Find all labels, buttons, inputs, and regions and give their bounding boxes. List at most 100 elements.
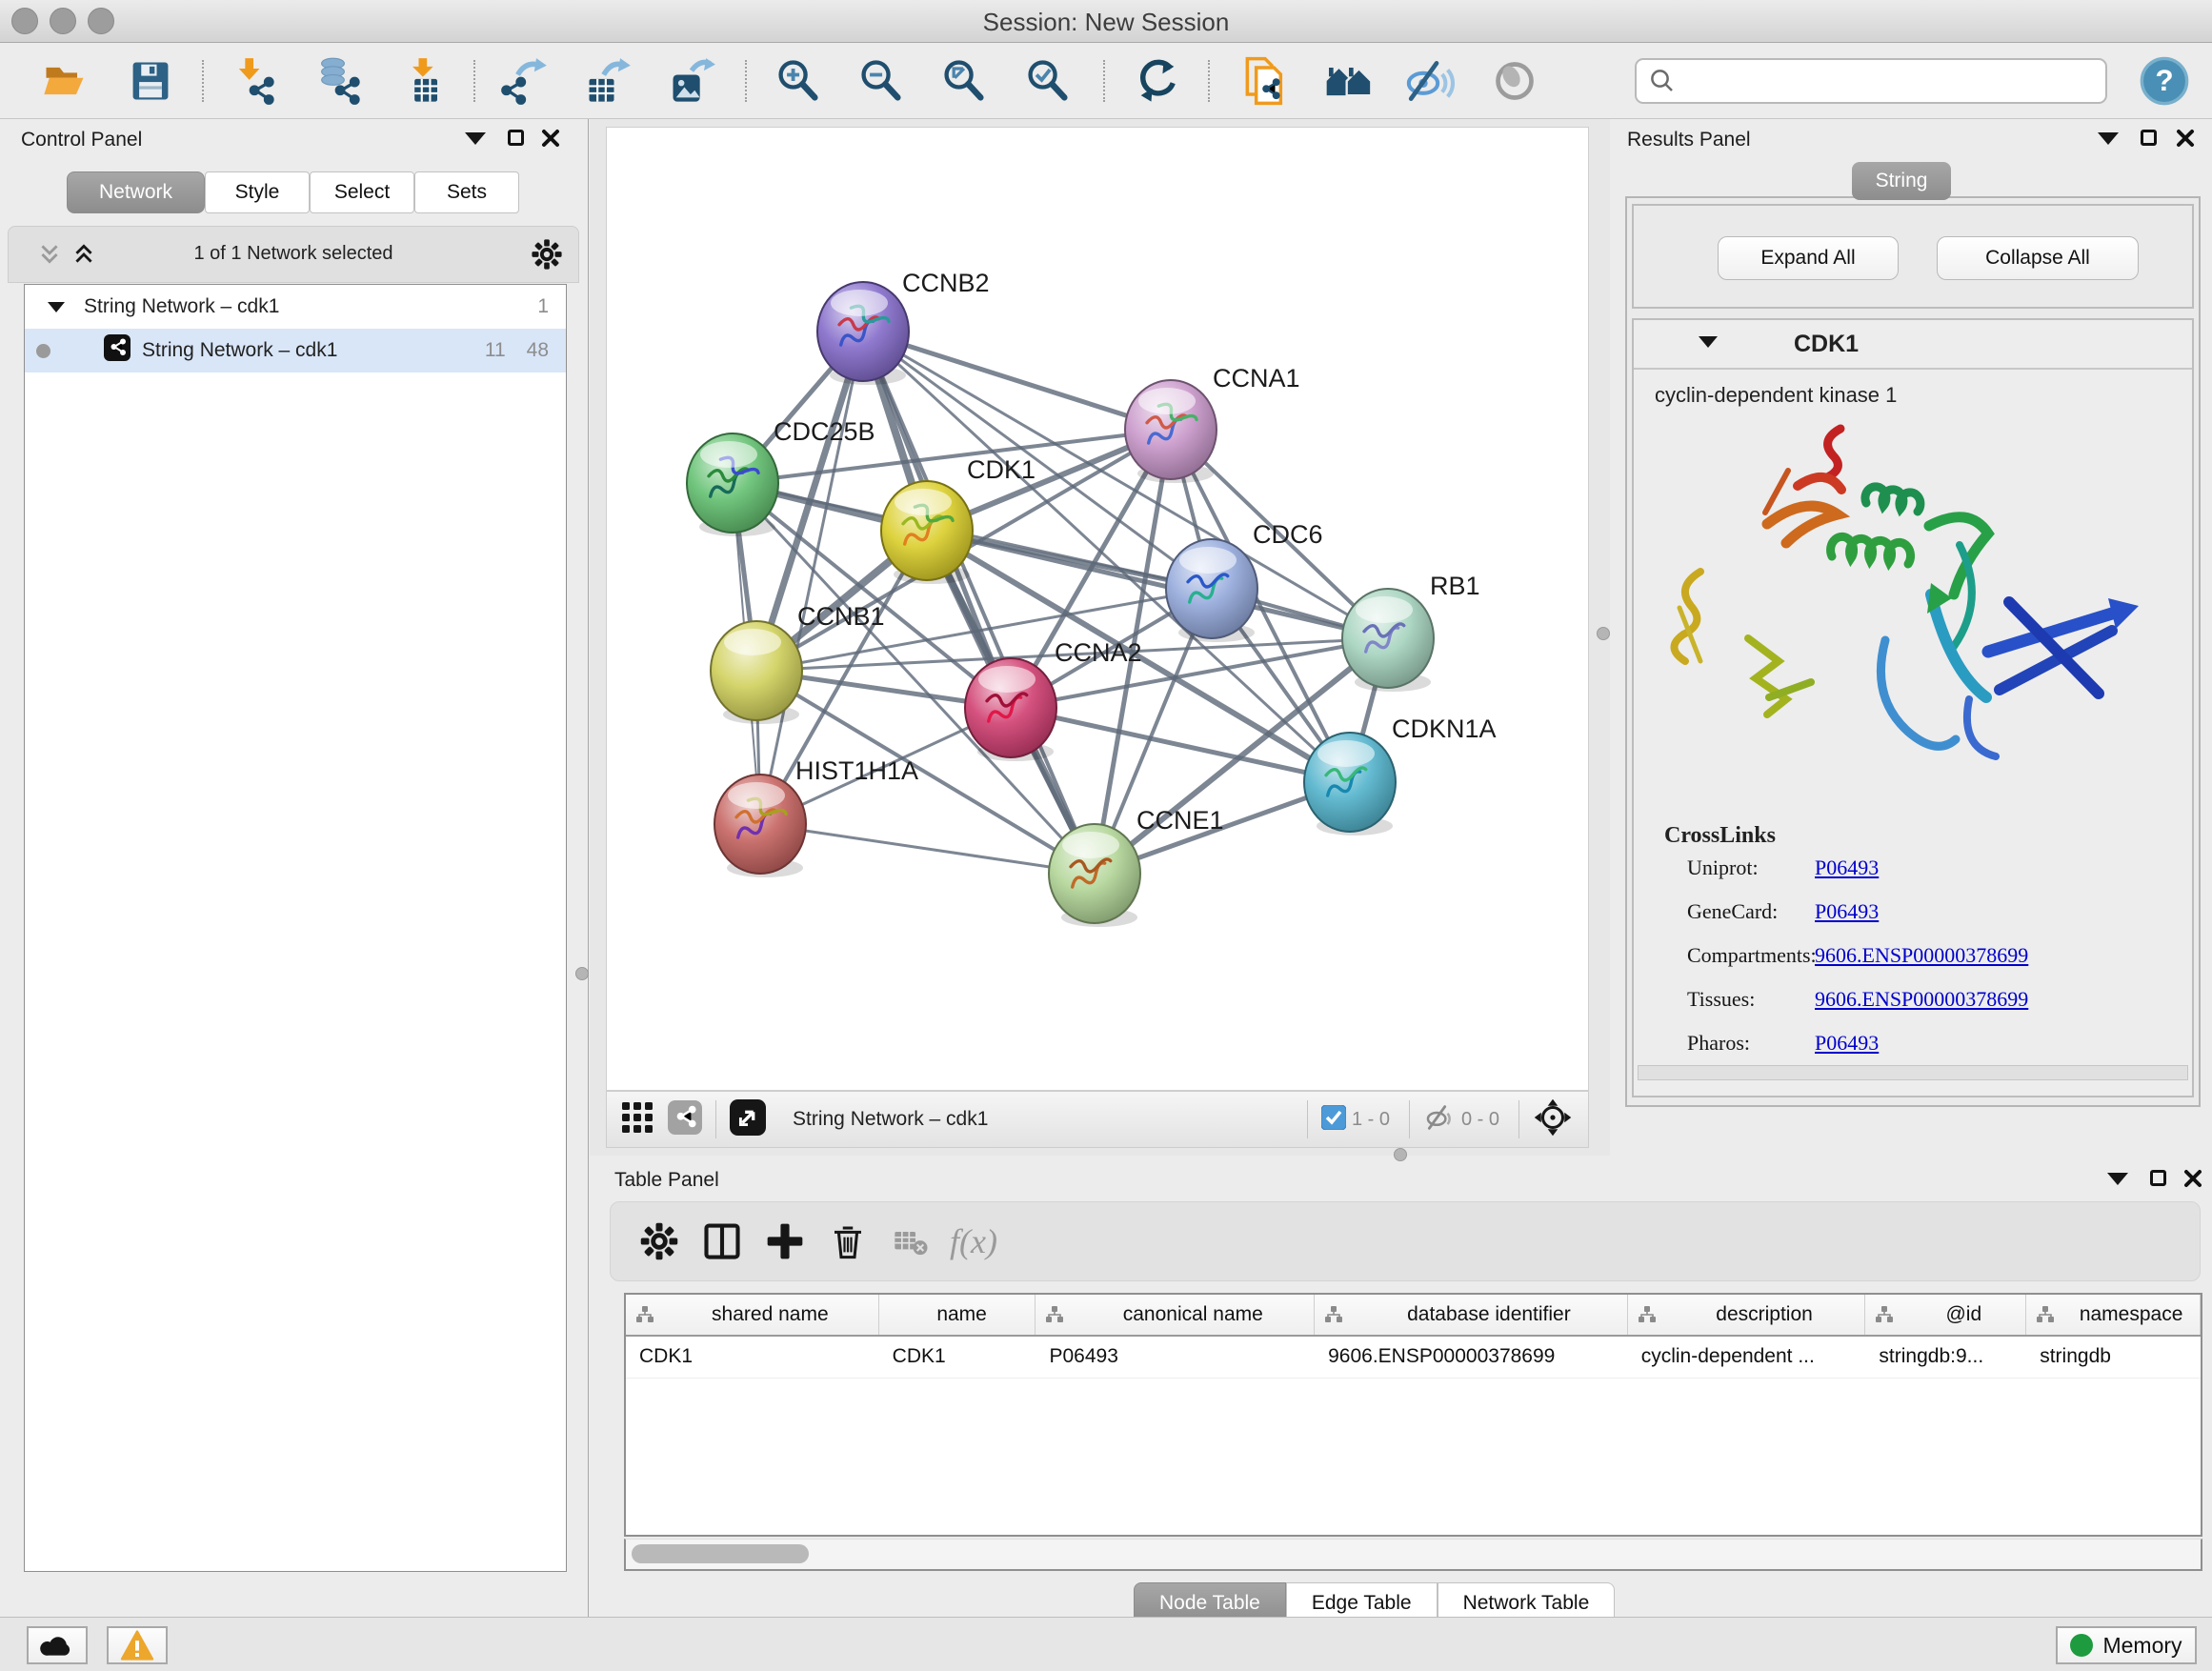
edge-CCNA2-CDKN1A[interactable] — [1011, 708, 1350, 782]
birds-eye-crosshair-icon[interactable] — [1533, 1097, 1573, 1142]
column-header-id[interactable]: @id — [1865, 1295, 2026, 1335]
save-session-icon[interactable] — [124, 54, 177, 108]
column-header-canonical-name[interactable]: canonical name — [1036, 1295, 1315, 1335]
cloud-button[interactable] — [27, 1626, 88, 1664]
control-tab-select[interactable]: Select — [310, 171, 414, 213]
memory-button[interactable]: Memory — [2056, 1626, 2197, 1664]
splitter-handle[interactable] — [575, 967, 589, 980]
grid-view-icon[interactable] — [620, 1100, 654, 1139]
function-builder-icon[interactable]: f(x) — [942, 1221, 1005, 1261]
float-panel-icon[interactable] — [2141, 130, 2157, 151]
selected-checkbox-icon[interactable] — [1321, 1105, 1346, 1135]
search-box[interactable] — [1635, 58, 2107, 104]
table-settings-gear-icon[interactable] — [628, 1221, 691, 1261]
column-header-database-identifier[interactable]: database identifier — [1315, 1295, 1628, 1335]
column-header-namespace[interactable]: namespace — [2026, 1295, 2201, 1335]
detach-view-icon[interactable] — [730, 1099, 766, 1140]
node-CCNA1[interactable]: CCNA1 — [1125, 364, 1300, 483]
table-panel: Table Panel f(x) shared namenam — [590, 1156, 2212, 1625]
control-tab-network[interactable]: Network — [67, 171, 205, 213]
import-table-icon[interactable] — [398, 54, 452, 108]
show-panels-home-icon[interactable] — [1322, 54, 1376, 108]
apply-layout-icon[interactable] — [1131, 54, 1184, 108]
hide-panels-eye-icon[interactable] — [1403, 54, 1457, 108]
collapse-all-button[interactable]: Collapse All — [1937, 236, 2139, 280]
close-panel-icon[interactable] — [2183, 1169, 2202, 1193]
network-canvas[interactable]: CCNB2CCNA1CDC25BCDK1CDC6RB1CCNB1CCNA2CDK… — [606, 127, 1589, 1091]
delete-table-icon[interactable] — [879, 1222, 942, 1260]
splitter-handle[interactable] — [1394, 1148, 1407, 1161]
help-icon[interactable]: ? — [2138, 54, 2191, 108]
gear-icon[interactable] — [531, 238, 563, 275]
column-header-description[interactable]: description — [1628, 1295, 1866, 1335]
copy-style-icon[interactable] — [1238, 54, 1292, 108]
zoom-out-icon[interactable] — [855, 54, 908, 108]
warning-button[interactable] — [107, 1626, 168, 1664]
control-tab-sets[interactable]: Sets — [414, 171, 519, 213]
collapse-panel-icon[interactable] — [2107, 1173, 2128, 1190]
table-row[interactable]: CDK1CDK1P064939606.ENSP00000378699cyclin… — [626, 1337, 2201, 1379]
network-collection-row[interactable]: String Network – cdk1 1 — [25, 285, 566, 329]
table-cell[interactable]: stringdb — [2026, 1337, 2201, 1378]
zoom-fit-icon[interactable] — [937, 54, 991, 108]
table-cell[interactable]: stringdb:9... — [1865, 1337, 2026, 1378]
column-header-shared-name[interactable]: shared name — [626, 1295, 879, 1335]
tab-string[interactable]: String — [1852, 162, 1951, 200]
network-view-icon[interactable] — [668, 1100, 702, 1139]
expand-all-button[interactable]: Expand All — [1718, 236, 1899, 280]
tree-expand-icon[interactable] — [48, 295, 65, 318]
edge-HIST1H1A-CCNE1[interactable] — [760, 824, 1095, 874]
export-image-icon[interactable] — [665, 54, 718, 108]
float-panel-icon[interactable] — [2150, 1170, 2166, 1191]
gray-eye-icon[interactable] — [1488, 54, 1541, 108]
scrollbar-thumb[interactable] — [632, 1544, 809, 1563]
table-cell[interactable]: 9606.ENSP00000378699 — [1315, 1337, 1628, 1378]
close-panel-icon[interactable] — [541, 129, 560, 152]
edge-CCNB2-CCNE1[interactable] — [863, 332, 1095, 874]
node-CDKN1A[interactable]: CDKN1A — [1304, 715, 1497, 836]
control-tab-style[interactable]: Style — [205, 171, 310, 213]
float-panel-icon[interactable] — [508, 130, 524, 151]
collapse-panel-icon[interactable] — [465, 132, 486, 150]
node-RB1[interactable]: RB1 — [1342, 572, 1480, 692]
node-CDC6[interactable]: CDC6 — [1166, 520, 1323, 642]
toolbar-separator — [202, 60, 204, 102]
network-graph[interactable]: CCNB2CCNA1CDC25BCDK1CDC6RB1CCNB1CCNA2CDK… — [607, 128, 1588, 1090]
network-row-selected[interactable]: String Network – cdk1 11 48 — [25, 329, 566, 372]
table-cell[interactable]: CDK1 — [879, 1337, 1036, 1378]
edge-CCNB2-CCNA1[interactable] — [863, 332, 1171, 430]
node-section-header[interactable]: CDK1 — [1634, 320, 2192, 370]
table-cell[interactable]: cyclin-dependent ... — [1628, 1337, 1866, 1378]
export-network-icon[interactable] — [497, 54, 551, 108]
node-CCNB1[interactable]: CCNB1 — [711, 602, 885, 724]
table-cell[interactable]: CDK1 — [626, 1337, 879, 1378]
toolbar-separator — [1103, 60, 1105, 102]
add-column-plus-icon[interactable] — [754, 1220, 816, 1262]
zoom-in-icon[interactable] — [772, 54, 825, 108]
hidden-eye-icon[interactable] — [1423, 1101, 1456, 1138]
table-cell[interactable]: P06493 — [1036, 1337, 1315, 1378]
import-network-file-icon[interactable] — [227, 54, 280, 108]
delete-column-trash-icon[interactable] — [816, 1221, 879, 1261]
show-columns-icon[interactable] — [691, 1220, 754, 1262]
splitter-handle[interactable] — [1597, 627, 1610, 640]
section-gene-name: CDK1 — [1794, 331, 1859, 358]
section-collapse-icon[interactable] — [1699, 335, 1718, 352]
crosslink-link[interactable]: 9606.ENSP00000378699 — [1815, 987, 2028, 1031]
crosslink-link[interactable]: P06493 — [1815, 856, 1879, 899]
table-horizontal-scrollbar[interactable] — [624, 1539, 2202, 1571]
open-file-icon[interactable] — [38, 54, 91, 108]
import-network-database-icon[interactable] — [312, 54, 366, 108]
close-panel-icon[interactable] — [2176, 129, 2195, 152]
crosslink-label: Uniprot: — [1687, 856, 1815, 899]
zoom-selected-icon[interactable] — [1021, 54, 1075, 108]
node-HIST1H1A[interactable]: HIST1H1A — [714, 756, 918, 877]
crosslink-link[interactable]: 9606.ENSP00000378699 — [1815, 943, 2028, 987]
crosslink-link[interactable]: P06493 — [1815, 899, 1879, 943]
collapse-panel-icon[interactable] — [2098, 132, 2119, 150]
search-icon — [1648, 67, 1677, 95]
column-header-name[interactable]: name — [879, 1295, 1036, 1335]
search-input[interactable] — [1677, 68, 2086, 94]
export-table-icon[interactable] — [581, 54, 634, 108]
horizontal-scrollbar[interactable] — [1638, 1065, 2188, 1080]
